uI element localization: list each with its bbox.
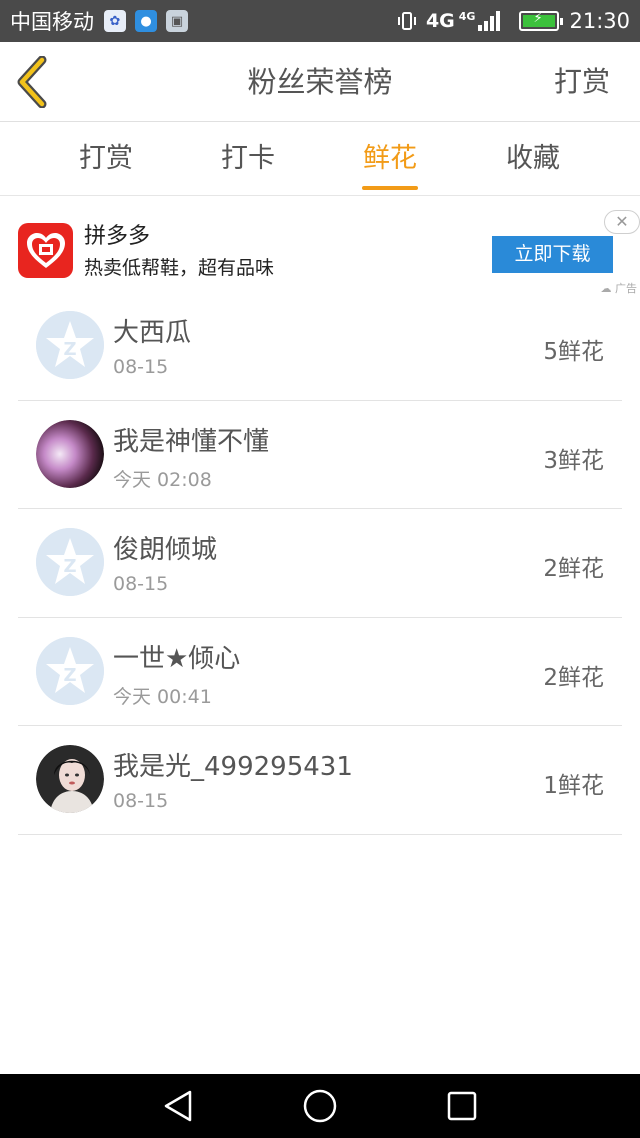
battery-icon: ⚡ (519, 11, 564, 31)
close-icon: ✕ (615, 212, 629, 231)
app-header: 粉丝荣誉榜 打赏 (0, 42, 640, 122)
default-avatar-icon: Z (36, 311, 104, 379)
list-item[interactable]: 我是光_499295431 08-15 1鲜花 (18, 726, 622, 835)
status-icons: 4G 4G ⚡ 21:30 (396, 9, 630, 33)
list-item[interactable]: Z 俊朗倾城 08-15 2鲜花 (18, 509, 622, 618)
fan-date: 08-15 (113, 790, 169, 812)
flower-count: 1鲜花 (543, 773, 604, 799)
list-item[interactable]: Z 大西瓜 08-15 5鲜花 (18, 292, 622, 401)
tab-flowers[interactable]: 鲜花 (319, 122, 461, 196)
page-title: 粉丝荣誉榜 (247, 65, 393, 99)
flower-count: 2鲜花 (543, 556, 604, 582)
network-type-label-secondary: 4G (458, 9, 476, 23)
back-nav-button[interactable] (160, 1088, 196, 1124)
fan-name: 我是光_499295431 (113, 752, 353, 782)
square-recents-icon (447, 1091, 477, 1121)
network-type-label: 4G (425, 10, 455, 32)
user-avatar (36, 745, 104, 813)
default-avatar-icon: Z (36, 636, 104, 705)
ad-banner[interactable]: 拼多多 热卖低帮鞋，超有品味 立即下载 ✕ ☁ 广告 (0, 196, 640, 300)
tab-checkin[interactable]: 打卡 (177, 122, 319, 196)
flower-count: 2鲜花 (543, 664, 604, 691)
ad-title: 拼多多 (84, 224, 151, 249)
list-item[interactable]: 我是神懂不懂 今天 02:08 3鲜花 (18, 401, 622, 509)
tab-label: 收藏 (506, 143, 560, 174)
gallery-app-icon: ▣ (166, 10, 188, 32)
baidu-app-icon: ✿ (104, 10, 126, 32)
default-avatar-icon: Z (36, 528, 104, 596)
list-item[interactable]: Z 一世★倾心 今天 00:41 2鲜花 (18, 618, 622, 726)
svg-text:Z: Z (63, 556, 76, 577)
tab-tip[interactable]: 打赏 (35, 122, 177, 196)
category-tabs: 打赏 打卡 鲜花 收藏 (0, 122, 640, 196)
fan-date: 今天 00:41 (113, 685, 212, 708)
tab-label: 打赏 (79, 143, 133, 174)
ad-description: 热卖低帮鞋，超有品味 (84, 257, 275, 279)
fan-date: 08-15 (113, 573, 169, 595)
home-nav-button[interactable] (302, 1088, 338, 1124)
flower-count: 5鲜花 (543, 339, 604, 365)
circle-home-icon (303, 1089, 337, 1123)
user-avatar (36, 419, 104, 488)
heart-logo-icon (26, 232, 65, 268)
tab-favorites[interactable]: 收藏 (462, 122, 604, 196)
fan-name: 大西瓜 (113, 318, 192, 348)
svg-text:Z: Z (63, 665, 76, 686)
clock: 21:30 (569, 9, 630, 33)
pinduoduo-logo (18, 223, 73, 278)
recents-nav-button[interactable] (444, 1088, 480, 1124)
fan-date: 08-15 (113, 356, 169, 378)
fans-list: Z 大西瓜 08-15 5鲜花 我是神懂不懂 今天 02:08 3鲜花 Z 俊朗… (0, 292, 640, 835)
flower-count: 3鲜花 (543, 447, 604, 474)
status-bar: 中国移动 ✿ ● ▣ 4G 4G ⚡ 21:30 (0, 0, 640, 42)
triangle-back-icon (164, 1090, 192, 1122)
signal-icon (478, 11, 501, 31)
active-tab-indicator (362, 186, 418, 190)
maps-app-icon: ● (135, 10, 157, 32)
svg-text:Z: Z (63, 339, 76, 360)
fan-name: 俊朗倾城 (113, 535, 218, 565)
fan-date: 今天 02:08 (113, 468, 212, 491)
fan-name: 我是神懂不懂 (113, 426, 270, 457)
carrier-name: 中国移动 (10, 10, 94, 34)
tip-button[interactable]: 打赏 (554, 42, 610, 122)
vibrate-icon (397, 12, 416, 30)
tab-label: 鲜花 (363, 143, 417, 174)
ad-download-button[interactable]: 立即下载 (492, 236, 613, 273)
tab-label: 打卡 (221, 143, 275, 174)
screen: 中国移动 ✿ ● ▣ 4G 4G ⚡ 21:30 粉丝荣誉榜 打赏 打赏 打卡 … (0, 0, 640, 1138)
fan-name: 一世★倾心 (113, 643, 241, 674)
system-navigation-bar (0, 1074, 640, 1138)
ad-close-button[interactable]: ✕ (604, 210, 640, 234)
